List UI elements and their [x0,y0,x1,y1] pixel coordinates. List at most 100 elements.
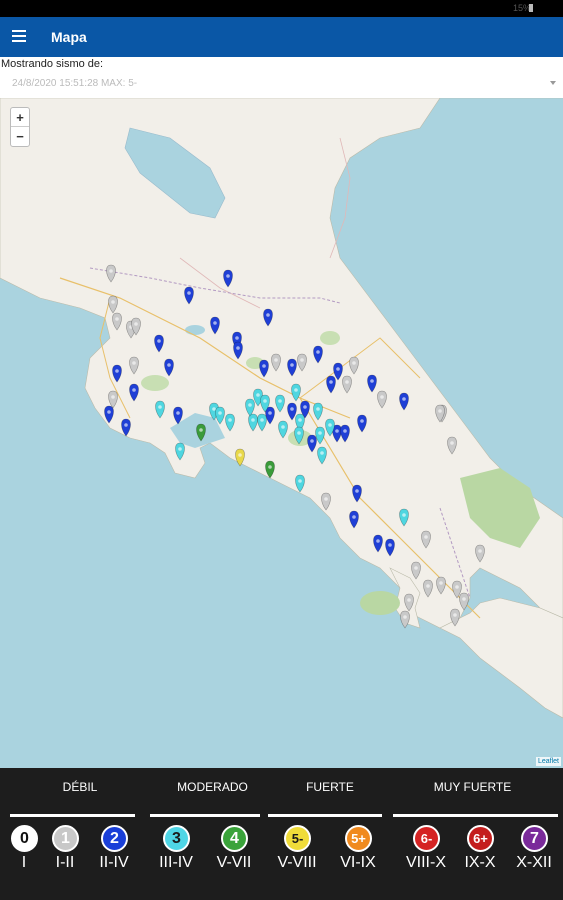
map-attribution-link[interactable]: Leaflet [535,757,561,766]
zoom-control: + − [10,107,30,147]
epicenter-pin-grey[interactable] [342,375,352,394]
intensity-roman-4: V-VII [216,854,252,871]
epicenter-pin-grey[interactable] [321,492,331,511]
epicenter-pin-cyan[interactable] [317,446,327,465]
epicenter-pin-blue[interactable] [173,406,183,425]
epicenter-pin-blue[interactable] [349,510,359,529]
picker-selected-value[interactable]: 24/8/2020 15:51:28 MAX: 5- [12,78,137,89]
epicenter-pin-blue[interactable] [184,286,194,305]
intensity-badge-9: 7 [521,825,548,852]
intensity-roman-5: V-VIII [277,854,317,871]
epicenter-pin-blue[interactable] [399,392,409,411]
map-view[interactable]: + − Leaflet [0,98,563,768]
epicenter-pin-cyan[interactable] [225,413,235,432]
epicenter-pin-blue[interactable] [287,358,297,377]
intensity-roman-9: X-XII [516,854,552,871]
legend-category-moderado: MODERADO [177,780,248,794]
epicenter-pin-grey[interactable] [447,436,457,455]
epicenter-pin-blue[interactable] [112,364,122,383]
epicenter-pin-blue[interactable] [367,374,377,393]
epicenter-pin-grey[interactable] [297,353,307,372]
epicenter-pin-blue[interactable] [357,414,367,433]
epicenter-pin-blue[interactable] [233,341,243,360]
intensity-badge-7: 6- [413,825,440,852]
legend-line-moderado [150,814,260,817]
epicenter-pin-grey[interactable] [411,561,421,580]
epicenter-pin-cyan[interactable] [291,383,301,402]
epicenter-pin-grey[interactable] [377,390,387,409]
epicenter-pin-grey[interactable] [404,593,414,612]
intensity-roman-6: VI-IX [340,854,376,871]
epicenter-pin-cyan[interactable] [315,426,325,445]
epicenter-pin-blue[interactable] [223,269,233,288]
legend-category-muy-fuerte: MUY FUERTE [433,780,512,794]
epicenter-pin-grey[interactable] [108,390,118,409]
epicenter-pin-grey[interactable] [421,530,431,549]
intensity-roman-2: II-IV [99,854,129,871]
hamburger-menu-icon[interactable] [12,30,26,42]
epicenter-pin-cyan[interactable] [257,413,267,432]
epicenter-pin-blue[interactable] [352,484,362,503]
intensity-legend: DÉBIL MODERADO FUERTE MUY FUERTE 0 I 1 I-II… [0,768,563,900]
intensity-badge-4: 4 [221,825,248,852]
app-bar: Mapa [0,17,563,57]
epicenter-pin-cyan[interactable] [278,420,288,439]
epicenter-pin-cyan[interactable] [275,394,285,413]
epicenter-pin-cyan[interactable] [248,413,258,432]
epicenter-pin-blue[interactable] [104,405,114,424]
intensity-badge-2: 2 [101,825,128,852]
epicenter-pin-grey[interactable] [459,592,469,611]
legend-line-fuerte [268,814,382,817]
epicenter-pin-blue[interactable] [385,538,395,557]
legend-category-fuerte: FUERTE [306,780,354,794]
epicenter-pin-cyan[interactable] [295,474,305,493]
epicenter-pin-grey[interactable] [106,264,116,283]
epicenter-pin-green[interactable] [265,460,275,479]
intensity-badge-0: 0 [11,825,38,852]
intensity-badge-6: 5+ [345,825,372,852]
epicenter-pin-blue[interactable] [313,345,323,364]
epicenter-pin-blue[interactable] [373,534,383,553]
epicenter-pin-cyan[interactable] [294,426,304,445]
earthquake-picker[interactable]: Mostrando sismo de: 24/8/2020 15:51:28 M… [0,57,563,98]
epicenter-pin-blue[interactable] [287,402,297,421]
epicenter-pin-grey[interactable] [129,356,139,375]
epicenter-pin-grey[interactable] [400,610,410,629]
intensity-badge-3: 3 [163,825,190,852]
epicenter-pin-grey[interactable] [349,356,359,375]
epicenter-pin-blue[interactable] [307,434,317,453]
intensity-badge-5: 5- [284,825,311,852]
epicenter-pin-blue[interactable] [340,424,350,443]
epicenter-pin-cyan[interactable] [313,402,323,421]
app-title: Mapa [51,29,87,45]
epicenter-pin-grey[interactable] [450,608,460,627]
epicenter-pin-cyan[interactable] [245,398,255,417]
epicenter-pin-grey[interactable] [436,576,446,595]
epicenter-pin-blue[interactable] [259,359,269,378]
epicenter-pin-blue[interactable] [164,358,174,377]
epicenter-pin-grey[interactable] [475,544,485,563]
epicenter-pin-blue[interactable] [154,334,164,353]
epicenter-pin-blue[interactable] [210,316,220,335]
epicenter-pin-blue[interactable] [121,418,131,437]
epicenter-pin-blue[interactable] [333,362,343,381]
dropdown-caret-icon[interactable] [550,81,556,85]
battery-icon [529,4,533,12]
epicenter-markers [104,264,485,629]
epicenter-pin-blue[interactable] [263,308,273,327]
epicenter-pin-cyan[interactable] [155,400,165,419]
epicenter-pin-blue[interactable] [129,383,139,402]
epicenter-pin-grey[interactable] [112,312,122,331]
epicenter-pin-cyan[interactable] [215,406,225,425]
intensity-badge-8: 6+ [467,825,494,852]
epicenter-pin-yellow[interactable] [235,448,245,467]
zoom-in-button[interactable]: + [11,108,29,127]
epicenter-pin-cyan[interactable] [399,508,409,527]
epicenter-pin-grey[interactable] [271,353,281,372]
epicenter-pin-grey[interactable] [423,579,433,598]
epicenter-pin-grey[interactable] [108,295,118,314]
epicenter-pin-blue[interactable] [326,375,336,394]
epicenter-pin-green[interactable] [196,423,206,442]
zoom-out-button[interactable]: − [11,127,29,146]
epicenter-pin-cyan[interactable] [175,442,185,461]
